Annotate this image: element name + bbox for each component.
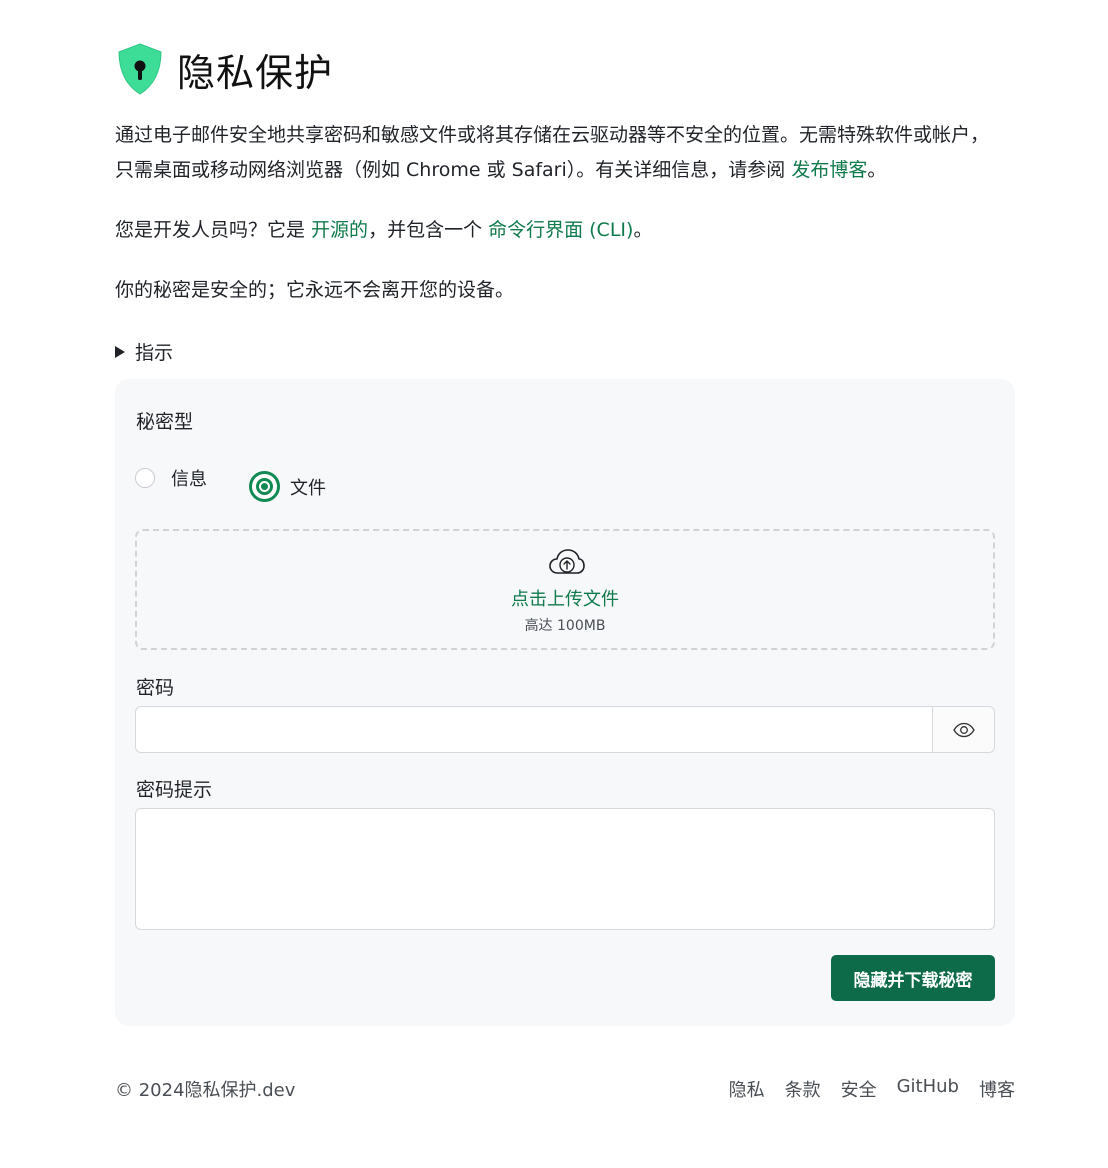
intro-text: 通过电子邮件安全地共享密码和敏感文件或将其存储在云驱动器等不安全的位置。无需特殊… — [115, 118, 1005, 188]
dev-middle: ，并包含一个 — [368, 219, 489, 241]
instructions-toggle[interactable]: 指示 — [115, 338, 173, 365]
radio-message[interactable]: 信息 — [135, 465, 207, 491]
safety-text: 你的秘密是安全的；它永远不会离开您的设备。 — [115, 279, 515, 301]
radio-message-circle[interactable] — [135, 468, 155, 488]
footer-links: 隐私 条款 安全 GitHub 博客 — [729, 1076, 1015, 1102]
dev-end: 。 — [633, 219, 653, 241]
shield-keyhole-icon — [118, 43, 162, 95]
radio-file-label: 文件 — [290, 477, 326, 499]
footer: © 2024隐私保护.dev 隐私 条款 安全 GitHub 博客 — [115, 1076, 1015, 1104]
footer-link-terms[interactable]: 条款 — [785, 1076, 821, 1102]
cli-link[interactable]: 命令行界面 (CLI) — [488, 219, 633, 241]
footer-link-github[interactable]: GitHub — [897, 1076, 959, 1102]
footer-link-blog[interactable]: 博客 — [979, 1076, 1015, 1102]
radio-file[interactable]: 文件 — [249, 471, 326, 502]
upload-limit: 高达 100MB — [524, 618, 606, 634]
password-hint-label: 密码提示 — [136, 779, 213, 801]
footer-link-privacy[interactable]: 隐私 — [729, 1076, 765, 1102]
page: 隐私保护 通过电子邮件安全地共享密码和敏感文件或将其存储在云驱动器等不安全的位置… — [0, 0, 1108, 1168]
triangle-right-icon — [115, 345, 125, 358]
password-field-wrapper — [135, 706, 995, 753]
blog-link[interactable]: 发布博客 — [791, 159, 867, 181]
file-upload-dropzone[interactable]: 点击上传文件 高达 100MB — [135, 529, 995, 650]
intro-end: 。 — [867, 159, 887, 181]
page-title: 隐私保护 — [177, 50, 334, 95]
eye-icon — [952, 722, 975, 737]
password-hint-textarea[interactable] — [135, 808, 995, 930]
radio-message-label: 信息 — [171, 469, 207, 490]
toggle-visibility-button[interactable] — [932, 707, 994, 752]
secret-type-label: 秘密型 — [136, 411, 194, 433]
open-source-link[interactable]: 开源的 — [311, 219, 368, 241]
hide-and-download-button[interactable]: 隐藏并下载秘密 — [831, 955, 995, 1001]
radio-file-circle[interactable] — [249, 471, 280, 502]
copyright-text: © 2024隐私保护.dev — [115, 1080, 296, 1101]
footer-link-security[interactable]: 安全 — [841, 1076, 877, 1102]
dev-prefix: 您是开发人员吗？它是 — [115, 219, 312, 241]
cloud-upload-icon — [549, 549, 585, 574]
password-input[interactable] — [136, 707, 932, 752]
header: 隐私保护 — [115, 42, 333, 96]
instructions-label: 指示 — [135, 342, 174, 364]
developer-text: 您是开发人员吗？它是 开源的，并包含一个 命令行界面 (CLI)。 — [115, 213, 652, 248]
upload-text[interactable]: 点击上传文件 — [137, 585, 993, 611]
password-label: 密码 — [136, 677, 175, 699]
secret-form: 秘密型 信息 文件 点击上传文件 高达 100MB 密码 密码提示 隐藏并下载秘… — [115, 379, 1015, 1026]
